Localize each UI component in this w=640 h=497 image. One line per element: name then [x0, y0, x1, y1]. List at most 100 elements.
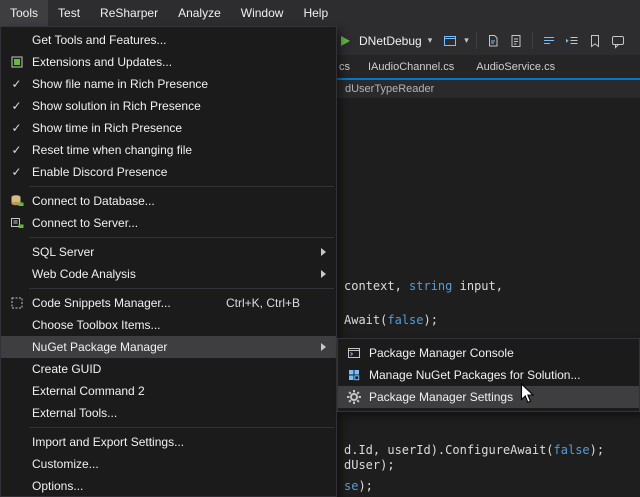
menu-item-label: Connect to Database... — [32, 194, 155, 208]
menu-separator — [29, 237, 334, 238]
document-arrow-icon[interactable] — [484, 32, 502, 50]
menu-item-options[interactable]: Options... — [1, 475, 336, 497]
menu-item-label: Code Snippets Manager... — [32, 296, 171, 310]
tools-menu: Get Tools and Features... Extensions and… — [0, 26, 337, 497]
document-icon[interactable] — [507, 32, 525, 50]
windows-icon[interactable] — [441, 32, 459, 50]
menu-item-label: Create GUID — [32, 362, 101, 376]
menubar-item-label: Window — [241, 6, 284, 20]
submenu-arrow-icon — [321, 248, 326, 256]
menu-item-enable-discord-presence[interactable]: ✓ Enable Discord Presence — [1, 161, 336, 183]
menu-item-extensions-and-updates[interactable]: Extensions and Updates... — [1, 51, 336, 73]
menubar-item-test[interactable]: Test — [48, 0, 90, 26]
comment-icon[interactable] — [609, 32, 627, 50]
menu-item-label: SQL Server — [32, 245, 94, 259]
menu-item-label: Customize... — [32, 457, 99, 471]
menu-item-connect-to-database[interactable]: Connect to Database... — [1, 190, 336, 212]
submenu-item-package-manager-settings[interactable]: Package Manager Settings — [338, 386, 639, 408]
menubar-item-label: Tools — [10, 6, 38, 20]
menu-item-label: Reset time when changing file — [32, 143, 192, 157]
toolbar-separator — [476, 32, 477, 49]
editor-navigation-bar: dUserTypeReader — [337, 80, 640, 98]
submenu-item-manage-nuget-packages-for-solution[interactable]: Manage NuGet Packages for Solution... — [338, 364, 639, 386]
menu-item-reset-time-when-changing-file[interactable]: ✓ Reset time when changing file — [1, 139, 336, 161]
menubar-item-label: Analyze — [178, 6, 221, 20]
database-icon — [10, 194, 24, 208]
menu-item-code-snippets-manager[interactable]: Code Snippets Manager... Ctrl+K, Ctrl+B — [1, 292, 336, 314]
menu-item-choose-toolbox-items[interactable]: Choose Toolbox Items... — [1, 314, 336, 336]
menu-item-label: External Command 2 — [32, 384, 145, 398]
submenu-item-package-manager-console[interactable]: Package Manager Console — [338, 342, 639, 364]
menu-item-label: Web Code Analysis — [32, 267, 136, 281]
menu-item-label: Choose Toolbox Items... — [32, 318, 161, 332]
menu-item-create-guid[interactable]: Create GUID — [1, 358, 336, 380]
check-icon: ✓ — [11, 166, 21, 178]
menu-item-label: Show file name in Rich Presence — [32, 77, 208, 91]
menubar-item-label: Help — [303, 6, 328, 20]
menu-item-external-command-2[interactable]: External Command 2 — [1, 380, 336, 402]
menu-item-shortcut: Ctrl+K, Ctrl+B — [226, 296, 300, 310]
menubar-item-analyze[interactable]: Analyze — [168, 0, 231, 26]
code-line: d.Id, userId).ConfigureAwait(false); — [344, 443, 604, 457]
menu-item-label: Show time in Rich Presence — [32, 121, 182, 135]
menubar-item-label: ReSharper — [100, 6, 158, 20]
console-icon — [347, 346, 361, 360]
menu-separator — [29, 186, 334, 187]
list-icon[interactable] — [540, 32, 558, 50]
server-icon — [10, 216, 24, 230]
code-line: Await(false); — [344, 313, 438, 327]
menu-item-customize[interactable]: Customize... — [1, 453, 336, 475]
menu-item-label: Options... — [32, 479, 83, 493]
menu-item-show-solution-rich-presence[interactable]: ✓ Show solution in Rich Presence — [1, 95, 336, 117]
code-line: se); — [344, 479, 373, 493]
menu-item-sql-server[interactable]: SQL Server — [1, 241, 336, 263]
menu-item-label: Connect to Server... — [32, 216, 138, 230]
menu-item-label: Package Manager Console — [369, 346, 514, 360]
menu-separator — [29, 288, 334, 289]
menu-item-import-export-settings[interactable]: Import and Export Settings... — [1, 431, 336, 453]
menu-bar: Tools Test ReSharper Analyze Window Help — [0, 0, 640, 26]
menu-item-label: Manage NuGet Packages for Solution... — [369, 368, 580, 382]
menubar-item-help[interactable]: Help — [293, 0, 338, 26]
toolbar-separator — [532, 32, 533, 49]
submenu-arrow-icon — [321, 343, 326, 351]
bookmark-icon[interactable] — [586, 32, 604, 50]
tab-iaudiochannel[interactable]: IAudioChannel.cs — [357, 55, 465, 78]
menu-item-label: Show solution in Rich Presence — [32, 99, 201, 113]
debug-target-label: DNetDebug — [359, 34, 422, 48]
menu-item-nuget-package-manager[interactable]: NuGet Package Manager — [1, 336, 336, 358]
mouse-cursor — [520, 383, 535, 405]
debug-target-dropdown[interactable]: DNetDebug ▾ — [355, 32, 436, 50]
menubar-item-window[interactable]: Window — [231, 0, 294, 26]
navbar-member-dropdown[interactable]: dUserTypeReader — [337, 83, 434, 95]
submenu-arrow-icon — [321, 270, 326, 278]
gear-icon — [347, 390, 361, 404]
check-icon: ✓ — [11, 122, 21, 134]
menu-item-label: NuGet Package Manager — [32, 340, 167, 354]
nuget-submenu: Package Manager Console Manage NuGet Pac… — [337, 338, 640, 412]
menu-item-show-time-rich-presence[interactable]: ✓ Show time in Rich Presence — [1, 117, 336, 139]
chevron-down-icon: ▾ — [428, 36, 433, 45]
menu-item-external-tools[interactable]: External Tools... — [1, 402, 336, 424]
tab-partial[interactable]: cs — [337, 55, 357, 78]
menubar-item-tools[interactable]: Tools — [0, 0, 48, 26]
menu-item-show-file-name-rich-presence[interactable]: ✓ Show file name in Rich Presence — [1, 73, 336, 95]
play-icon[interactable] — [341, 36, 350, 46]
menu-item-label: Import and Export Settings... — [32, 435, 184, 449]
check-icon: ✓ — [11, 100, 21, 112]
indent-icon[interactable] — [563, 32, 581, 50]
tab-bar: cs IAudioChannel.cs AudioService.cs — [337, 55, 640, 78]
tab-audioservice[interactable]: AudioService.cs — [465, 55, 566, 78]
check-icon: ✓ — [11, 78, 21, 90]
menu-item-label: Get Tools and Features... — [32, 33, 167, 47]
tab-label: AudioService.cs — [476, 61, 555, 73]
menu-item-label: Enable Discord Presence — [32, 165, 167, 179]
menubar-item-resharper[interactable]: ReSharper — [90, 0, 168, 26]
menu-item-get-tools-and-features[interactable]: Get Tools and Features... — [1, 29, 336, 51]
chevron-down-icon[interactable]: ▾ — [464, 36, 469, 45]
code-line: context, string input, — [344, 279, 503, 293]
menu-item-connect-to-server[interactable]: Connect to Server... — [1, 212, 336, 234]
packages-icon — [347, 368, 361, 382]
menu-item-web-code-analysis[interactable]: Web Code Analysis — [1, 263, 336, 285]
code-editor[interactable]: context, string input, Await(false); d.I… — [337, 98, 640, 497]
